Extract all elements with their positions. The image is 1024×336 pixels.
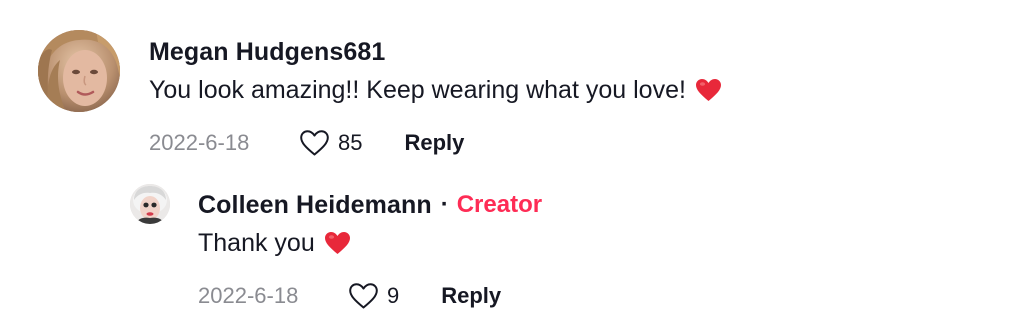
comment-body: Megan Hudgens681 You look amazing!! Keep… bbox=[149, 34, 722, 168]
like-count: 85 bbox=[338, 130, 363, 155]
comment-text: Thank you bbox=[198, 223, 542, 263]
creator-avatar-photo bbox=[130, 184, 170, 224]
reply-button[interactable]: Reply bbox=[441, 283, 501, 309]
comment-actions: 2022-6-18 85 Reply bbox=[149, 118, 722, 168]
red-heart-emoji bbox=[695, 79, 721, 101]
avatar[interactable] bbox=[38, 30, 120, 112]
like-button[interactable]: 9 bbox=[348, 282, 399, 310]
red-heart-emoji bbox=[324, 232, 350, 254]
comment-date: 2022-6-18 bbox=[149, 130, 250, 155]
like-button[interactable]: 85 bbox=[299, 129, 362, 157]
reply-button[interactable]: Reply bbox=[404, 130, 464, 156]
comment-text-content: Thank you bbox=[198, 228, 315, 257]
comment-text-content: You look amazing!! Keep wearing what you… bbox=[149, 75, 686, 104]
comment-actions: 2022-6-18 9 Reply bbox=[198, 271, 542, 321]
username-line: Megan Hudgens681 bbox=[149, 34, 722, 70]
comment-text: You look amazing!! Keep wearing what you… bbox=[149, 70, 722, 110]
username[interactable]: Megan Hudgens681 bbox=[149, 38, 385, 67]
comment-date: 2022-6-18 bbox=[198, 283, 299, 308]
like-count: 9 bbox=[387, 283, 400, 308]
user-avatar-photo bbox=[38, 30, 120, 112]
username[interactable]: Colleen Heidemann bbox=[198, 191, 432, 220]
creator-badge: Creator bbox=[456, 191, 543, 218]
username-line: Colleen Heidemann · Creator bbox=[198, 187, 542, 223]
heart-outline-icon[interactable] bbox=[348, 282, 379, 310]
comment: Megan Hudgens681 You look amazing!! Keep… bbox=[38, 30, 998, 160]
separator-dot: · bbox=[440, 191, 449, 218]
heart-outline-icon[interactable] bbox=[299, 129, 330, 157]
reply-comment: Colleen Heidemann · Creator Thank you 20… bbox=[130, 182, 990, 312]
avatar[interactable] bbox=[130, 184, 170, 224]
comment-body: Colleen Heidemann · Creator Thank you 20… bbox=[198, 187, 542, 321]
